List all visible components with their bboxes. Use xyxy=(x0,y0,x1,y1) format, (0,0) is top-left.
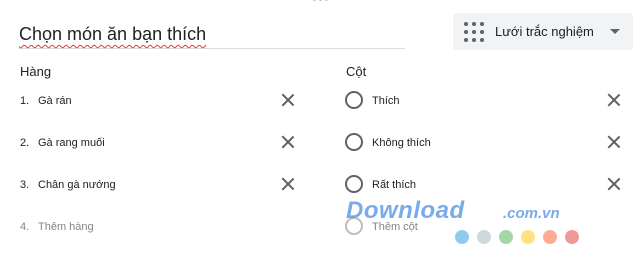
drag-dot xyxy=(318,0,322,1)
question-title-field[interactable]: Chọn món ăn bạn thích xyxy=(19,20,405,49)
row-label[interactable]: Gà rán xyxy=(38,95,72,107)
row-item[interactable]: 3. Chân gà nướng xyxy=(20,177,300,197)
row-number: 2. xyxy=(20,137,30,149)
remove-column-close-icon[interactable] xyxy=(607,177,621,191)
watermark-dot xyxy=(455,230,469,244)
column-item[interactable]: Rất thích xyxy=(345,175,625,195)
drag-handle-icon[interactable] xyxy=(311,0,329,4)
watermark-dot xyxy=(499,230,513,244)
column-label[interactable]: Không thích xyxy=(372,137,431,149)
remove-row-close-icon[interactable] xyxy=(281,93,295,107)
remove-column-close-icon[interactable] xyxy=(607,93,621,107)
remove-row-close-icon[interactable] xyxy=(281,177,295,191)
radio-circle-icon xyxy=(345,91,363,109)
column-label[interactable]: Thích xyxy=(372,95,400,107)
remove-column-close-icon[interactable] xyxy=(607,135,621,149)
question-type-label: Lưới trắc nghiệm xyxy=(495,24,594,39)
watermark-dot xyxy=(477,230,491,244)
columns-header: Cột xyxy=(346,64,367,79)
column-item[interactable]: Không thích xyxy=(345,133,625,153)
watermark-dot xyxy=(543,230,557,244)
watermark-logo: Download xyxy=(346,197,465,224)
column-label[interactable]: Rất thích xyxy=(372,179,416,191)
grid-icon xyxy=(464,21,484,42)
watermark-domain: .com.vn xyxy=(503,205,560,222)
row-number: 4. xyxy=(20,221,30,233)
question-title-text: Chọn món ăn bạn thích xyxy=(19,24,207,44)
radio-circle-icon xyxy=(345,175,363,193)
drag-dot xyxy=(324,0,328,1)
caret-down-icon xyxy=(610,29,620,34)
row-label[interactable]: Chân gà nướng xyxy=(38,179,116,191)
row-number: 1. xyxy=(20,95,30,107)
watermark-dot xyxy=(521,230,535,244)
drag-dot xyxy=(312,0,316,1)
watermark-dot xyxy=(565,230,579,244)
remove-row-close-icon[interactable] xyxy=(281,135,295,149)
question-type-dropdown[interactable]: Lưới trắc nghiệm xyxy=(453,13,633,50)
rows-header: Hàng xyxy=(20,64,52,79)
add-row-input[interactable]: Thêm hàng xyxy=(38,221,94,233)
row-item[interactable]: 1. Gà rán xyxy=(20,93,300,113)
add-row-item[interactable]: 4. Thêm hàng xyxy=(20,219,300,239)
row-number: 3. xyxy=(20,179,30,191)
radio-circle-icon xyxy=(345,133,363,151)
watermark-dots xyxy=(455,230,579,244)
row-label[interactable]: Gà rang muối xyxy=(38,137,105,149)
row-item[interactable]: 2. Gà rang muối xyxy=(20,135,300,155)
column-item[interactable]: Thích xyxy=(345,91,625,111)
